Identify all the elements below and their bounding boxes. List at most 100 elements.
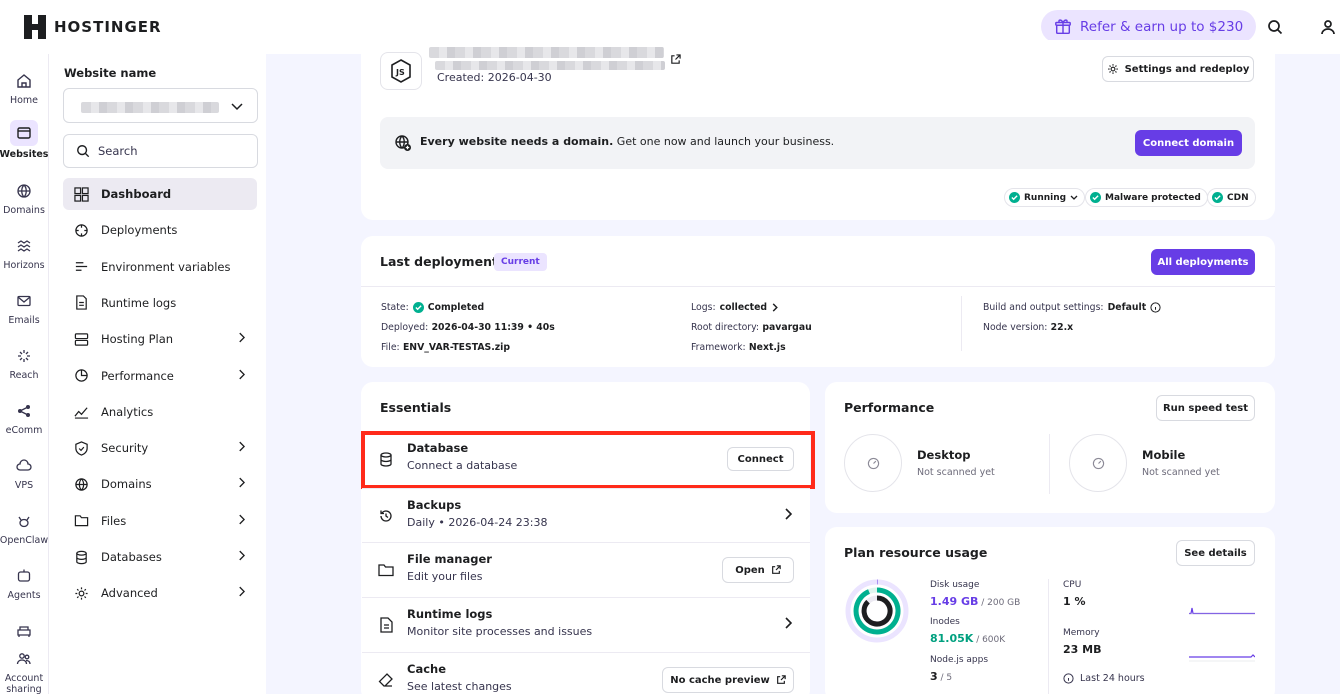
file-manager-row[interactable]: File manager Edit your files Open	[362, 542, 810, 597]
dashboard-icon	[73, 186, 89, 202]
sidebar-item-hosting-plan[interactable]: Hosting Plan	[63, 323, 257, 355]
all-deployments-button[interactable]: All deployments	[1151, 249, 1255, 275]
search-icon	[77, 145, 90, 158]
logs-label: Logs:	[691, 302, 716, 313]
logs-link[interactable]: Logs: collected	[691, 302, 779, 313]
speedometer-icon	[867, 457, 879, 469]
rail-item-openclaw[interactable]: OpenClaw	[0, 510, 48, 546]
cdn-label: CDN	[1227, 192, 1249, 203]
rail-item-emails[interactable]: Emails	[0, 290, 48, 326]
sidebar-item-databases[interactable]: Databases	[63, 541, 257, 573]
home-icon	[13, 70, 35, 92]
search-input[interactable]	[98, 144, 238, 158]
cpu-value: 1 %	[1063, 595, 1086, 608]
document-icon	[377, 616, 395, 634]
runtime-logs-row[interactable]: Runtime logs Monitor site processes and …	[362, 597, 810, 652]
root-value: pavargau	[762, 322, 812, 333]
memory-label: Memory	[1063, 628, 1100, 638]
node-apps-value: 3	[930, 670, 938, 683]
see-details-button[interactable]: See details	[1176, 540, 1255, 566]
sidebar-item-advanced[interactable]: Advanced	[63, 577, 257, 609]
memory-value: 23 MB	[1063, 643, 1102, 656]
usage-rings-chart	[845, 579, 909, 643]
file-row: File: ENV_VAR-TESTAS.zip	[381, 342, 510, 353]
rail-label: Emails	[8, 315, 40, 326]
chevron-right-icon	[785, 617, 792, 629]
rail-item-ecomm[interactable]: eComm	[0, 400, 48, 436]
globe-icon	[13, 180, 35, 202]
inodes-total: / 600K	[973, 635, 1006, 645]
cdn-status-pill: CDN	[1207, 188, 1256, 207]
desktop-subtitle: Not scanned yet	[917, 467, 995, 478]
folder-icon	[377, 561, 395, 579]
rail-label: OpenClaw	[0, 535, 49, 546]
refer-button[interactable]: Refer & earn up to $230	[1041, 10, 1257, 43]
sidebar-item-performance[interactable]: Performance	[63, 360, 257, 392]
sidebar-item-runtime-logs[interactable]: Runtime logs	[63, 287, 257, 319]
sidebar-item-label: Files	[101, 513, 127, 528]
rail-item-home[interactable]: Home	[0, 70, 48, 106]
check-icon	[1009, 192, 1020, 203]
mail-icon	[13, 290, 35, 312]
running-status-pill[interactable]: Running	[1004, 188, 1086, 207]
no-cache-label: No cache preview	[670, 674, 770, 686]
sidebar-search[interactable]	[63, 134, 258, 168]
account-button[interactable]	[1312, 11, 1340, 43]
chevron-right-icon	[239, 478, 245, 488]
sidebar-item-dashboard[interactable]: Dashboard	[63, 178, 257, 210]
user-icon	[1321, 20, 1335, 35]
cache-row[interactable]: Cache See latest changes No cache previe…	[362, 652, 810, 694]
no-cache-preview-button[interactable]: No cache preview	[662, 667, 794, 693]
open-file-manager-button[interactable]: Open	[722, 557, 794, 583]
svg-text:JS: JS	[395, 68, 405, 77]
sidebar-item-label: Runtime logs	[101, 295, 177, 310]
created-date: Created: 2026-04-30	[437, 71, 552, 84]
plan-usage-card: Plan resource usage See details Disk usa…	[825, 527, 1275, 694]
backups-row[interactable]: Backups Daily • 2026-04-24 23:38	[362, 488, 810, 543]
node-value: 22.x	[1050, 322, 1074, 333]
database-icon	[73, 549, 89, 565]
settings-redeploy-button[interactable]: Settings and redeploy	[1102, 56, 1254, 82]
check-icon	[1090, 192, 1101, 203]
rail-item-agents[interactable]: Agents	[0, 565, 48, 601]
sidebar-item-files[interactable]: Files	[63, 505, 257, 537]
connect-domain-button[interactable]: Connect domain	[1135, 130, 1242, 156]
rail-item-horizons[interactable]: Horizons	[0, 235, 48, 271]
website-select[interactable]	[63, 88, 258, 123]
rail-item-vps[interactable]: VPS	[0, 455, 48, 491]
rail-item-account-sharing[interactable]: Account sharing	[0, 648, 48, 694]
sidebar-item-security[interactable]: Security	[63, 432, 257, 464]
cache-subtitle: See latest changes	[407, 680, 512, 693]
sidebar-item-environment-variables[interactable]: Environment variables	[63, 251, 257, 283]
deployed-label: Deployed:	[381, 322, 429, 333]
inodes-value: 81.05K	[930, 632, 974, 645]
performance-card: Performance Run speed test Desktop Not s…	[825, 382, 1275, 513]
history-icon	[377, 507, 395, 525]
node-apps-total: / 5	[937, 673, 953, 683]
brand-logo[interactable]: HOSTINGER	[24, 15, 162, 39]
reach-icon	[13, 345, 35, 367]
framework-label: Framework:	[691, 342, 746, 353]
file-value: ENV_VAR-TESTAS.zip	[402, 342, 511, 353]
file-label: File:	[381, 342, 400, 353]
gift-icon	[1055, 18, 1071, 34]
search-button[interactable]	[1259, 11, 1291, 43]
chevron-right-icon	[239, 514, 245, 525]
rail-item-reach[interactable]: Reach	[0, 345, 48, 381]
sidebar-item-deployments[interactable]: Deployments	[63, 214, 257, 246]
run-speed-test-button[interactable]: Run speed test	[1156, 395, 1255, 421]
file-manager-title: File manager	[407, 552, 492, 566]
disk-label: Disk usage	[930, 580, 980, 590]
server-icon	[73, 331, 89, 347]
chevron-down-icon	[1070, 195, 1078, 200]
info-icon[interactable]	[1150, 302, 1161, 313]
rail-item-domains[interactable]: Domains	[0, 180, 48, 216]
chevron-right-icon	[239, 369, 245, 379]
rail-item-sofa[interactable]	[0, 620, 48, 645]
sidebar-item-analytics[interactable]: Analytics	[63, 396, 257, 428]
external-link-icon[interactable]	[670, 54, 681, 65]
sidebar-item-domains[interactable]: Domains	[63, 468, 257, 500]
rail-item-websites[interactable]: Websites	[0, 120, 48, 160]
rail-label: Websites	[0, 149, 49, 160]
external-link-icon	[771, 565, 781, 574]
